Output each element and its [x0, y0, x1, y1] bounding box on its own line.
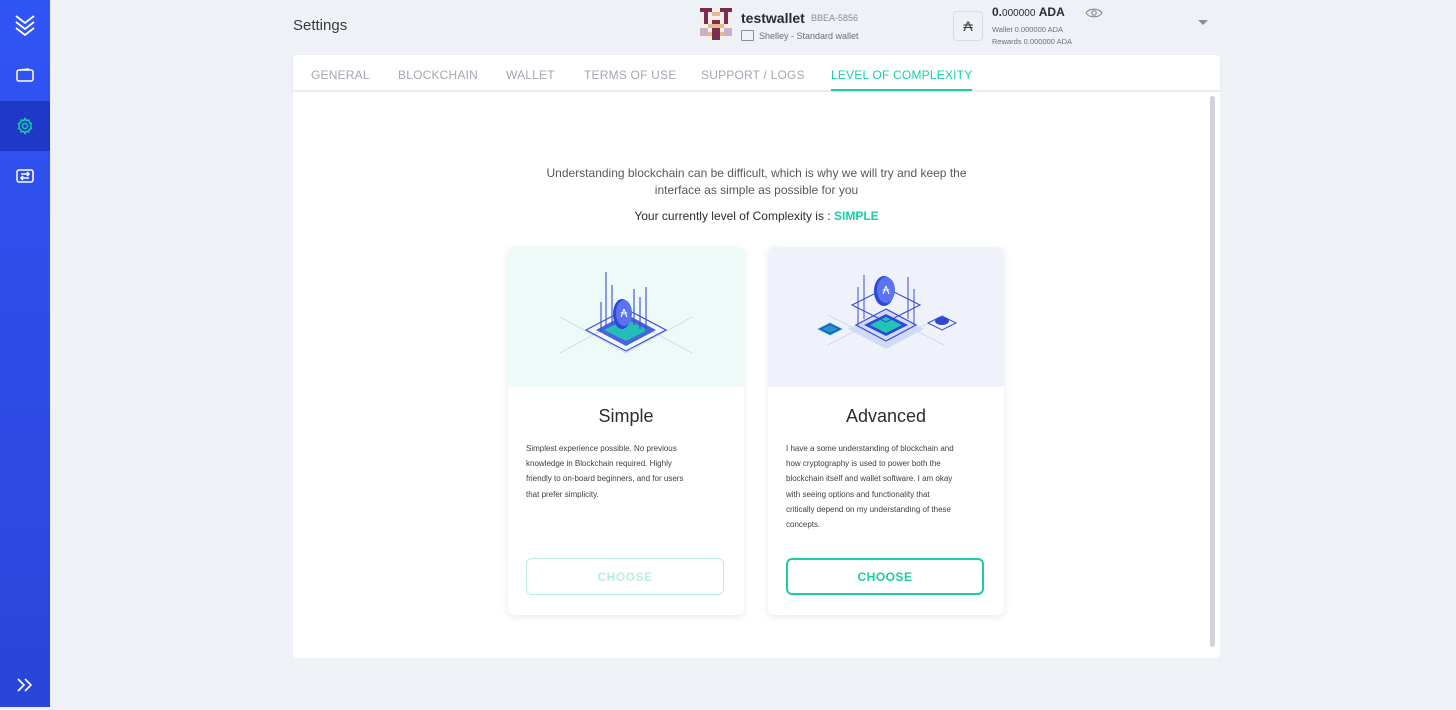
complexity-intro: Understanding blockchain can be difficul…	[293, 165, 1220, 199]
advanced-desc-line: I have a some understanding of blockchai…	[786, 444, 954, 453]
advanced-card-description: I have a some understanding of blockchai…	[786, 441, 986, 532]
simple-card-description: Simplest experience possible. No previou…	[526, 441, 726, 502]
intro-line-1: Understanding blockchain can be difficul…	[546, 166, 967, 180]
advanced-blockchain-illustration: ₳	[768, 247, 1004, 387]
tab-blockchain[interactable]: BLOCKCHAIN	[398, 68, 478, 82]
wallet-icon[interactable]	[0, 50, 50, 100]
wallet-type: Shelley - Standard wallet	[741, 30, 859, 41]
wallet-type-icon	[741, 30, 754, 41]
current-level-text: Your currently level of Complexity is : …	[293, 209, 1220, 223]
simple-desc-line: that prefer simplicity.	[526, 489, 599, 499]
balance-total: 0.000000 ADA	[992, 5, 1065, 19]
wallet-avatar	[700, 8, 732, 40]
sidebar	[0, 0, 51, 707]
transfer-icon[interactable]	[0, 151, 50, 201]
advanced-desc-line: how cryptography is used to power both t…	[786, 459, 941, 469]
expand-chevrons-icon[interactable]	[0, 660, 50, 710]
simple-desc-line: friendly to on-board beginners, and for …	[526, 474, 684, 484]
settings-gear-icon[interactable]	[0, 101, 50, 151]
tab-wallet[interactable]: WALLET	[506, 68, 555, 82]
advanced-desc-line: blockchain itself and wallet software. I…	[786, 474, 953, 484]
choose-simple-button[interactable]: CHOOSE	[526, 558, 724, 595]
logo-icon[interactable]	[0, 0, 50, 50]
choose-advanced-button[interactable]: CHOOSE	[786, 558, 984, 595]
rewards-balance-line: Rewards 0.000000 ADA	[992, 37, 1073, 46]
current-level-value: SIMPLE	[833, 209, 879, 223]
wallet-balance-line: Wallet 0.000000 ADA	[992, 25, 1064, 34]
simple-card-title: Simple	[598, 406, 654, 426]
svg-text:₳: ₳	[883, 284, 890, 297]
intro-line-2: interface as simple as possible for you	[654, 183, 859, 197]
tab-support-logs[interactable]: SUPPORT / LOGS	[701, 68, 805, 82]
wallet-name: testwallet	[741, 10, 805, 26]
tab-level-of-complexity[interactable]: LEVEL OF COMPLEXITY	[831, 68, 973, 91]
ada-currency-icon: ₳	[953, 11, 983, 41]
simple-desc-line: knowledge in Blockchain required. Highly	[526, 459, 672, 469]
wallet-type-label: Shelley - Standard wallet	[759, 30, 859, 41]
balance-integer: 0.	[992, 5, 1003, 19]
eye-icon[interactable]	[1085, 7, 1103, 19]
tab-terms-of-use[interactable]: TERMS OF USE	[584, 68, 676, 82]
balance-decimals: 000000	[1002, 8, 1036, 19]
advanced-level-card: ₳ Advanced I have a some understanding o…	[768, 247, 1004, 615]
balance-currency: ADA	[1038, 5, 1065, 19]
svg-text:₳: ₳	[621, 307, 628, 320]
advanced-desc-line: critically depend on my understanding of…	[786, 504, 951, 514]
tab-general[interactable]: GENERAL	[311, 68, 370, 82]
page-title: Settings	[293, 17, 348, 34]
current-level-prefix: Your currently level of Complexity is :	[634, 209, 834, 223]
simple-level-card: ₳ Simple Simplest experience possible. N…	[508, 247, 744, 615]
wallet-plate: BBEA-5856	[811, 13, 859, 23]
advanced-desc-line: concepts.	[786, 520, 821, 530]
advanced-card-title: Advanced	[845, 406, 927, 426]
simple-blockchain-illustration: ₳	[508, 247, 744, 387]
chevron-down-icon[interactable]	[1198, 20, 1208, 25]
simple-desc-line: Simplest experience possible. No previou…	[526, 444, 677, 453]
advanced-desc-line: with seeing options and functionality th…	[786, 489, 930, 499]
settings-tabs: GENERAL BLOCKCHAIN WALLET TERMS OF USE S…	[293, 55, 1220, 91]
